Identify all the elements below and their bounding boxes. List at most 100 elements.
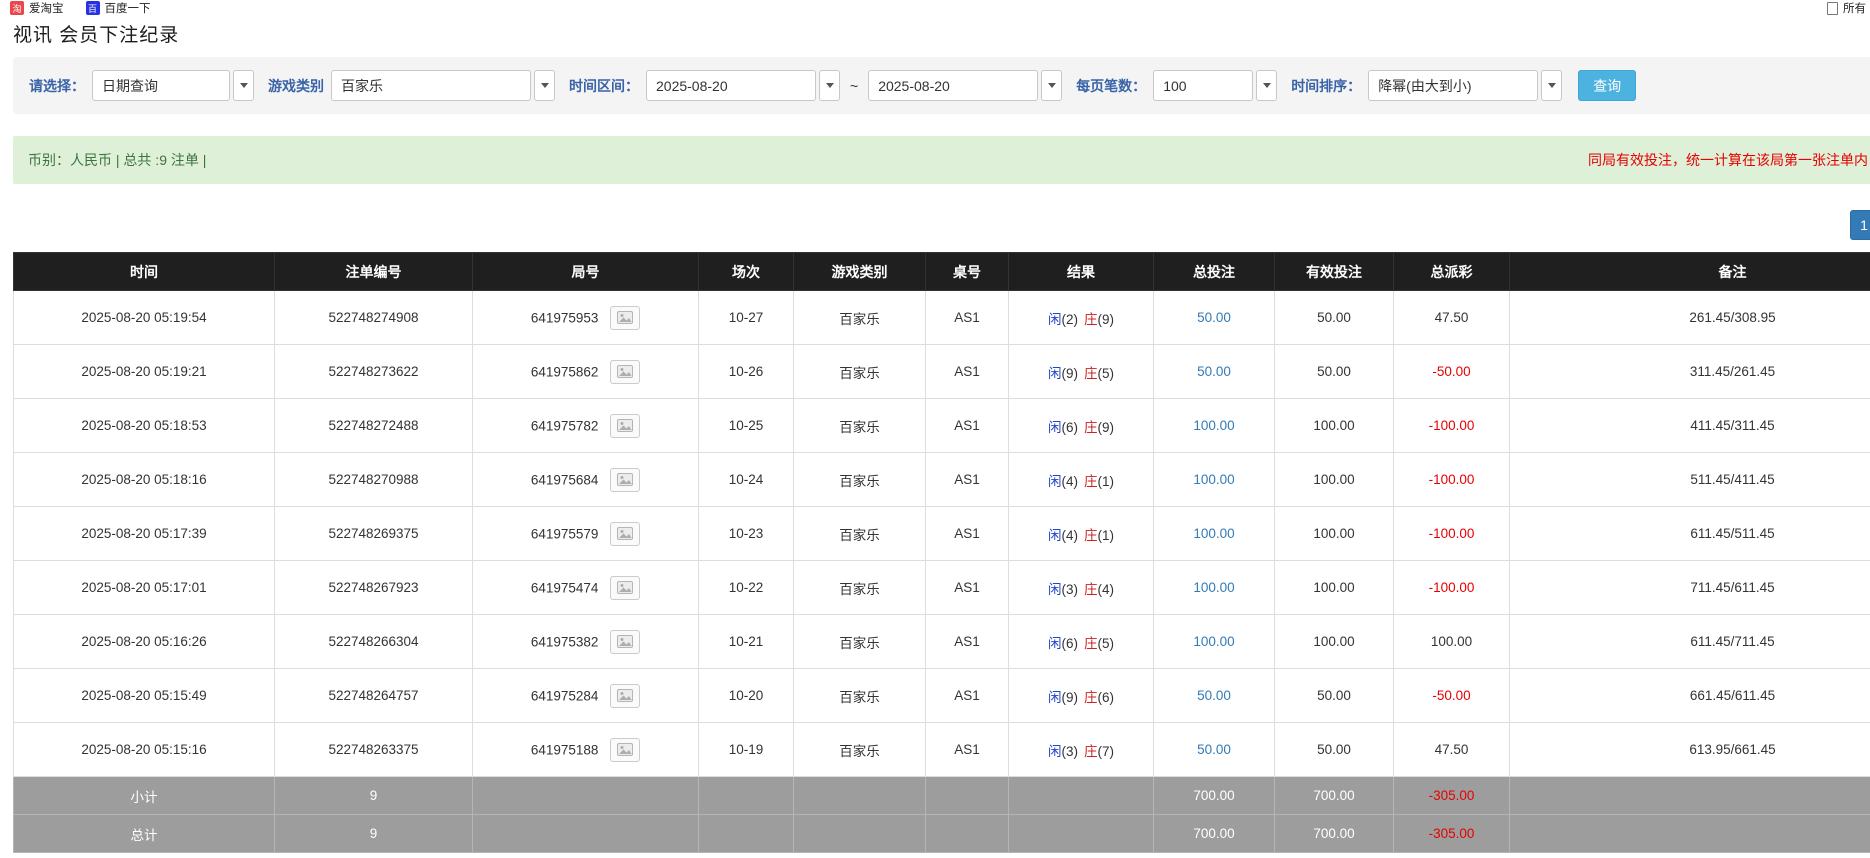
remark-cell: 511.45/411.45 (1510, 453, 1870, 507)
replay-icon (617, 419, 633, 432)
game-type-cell: 百家乐 (794, 399, 926, 453)
replay-icon (617, 635, 633, 648)
sort-order-dropdown-button[interactable] (1541, 70, 1562, 101)
bookmark-baidu[interactable]: 百 百度一下 (86, 0, 151, 16)
select-type-input[interactable] (92, 70, 230, 101)
bet-id-cell: 522748274908 (275, 291, 473, 345)
player-score: (2) (1062, 312, 1079, 327)
total-bet-link[interactable]: 100.00 (1193, 472, 1234, 487)
replay-icon (617, 473, 633, 486)
chevron-down-icon (541, 83, 549, 88)
total-bet-link[interactable]: 100.00 (1193, 580, 1234, 595)
round-replay-button[interactable] (610, 468, 640, 492)
select-type-label: 请选择： (29, 76, 85, 96)
payout-cell: 47.50 (1394, 723, 1510, 777)
round-replay-button[interactable] (610, 684, 640, 708)
pagination: 1 (0, 184, 1870, 252)
player-result: 闲 (1048, 690, 1062, 705)
round-replay-button[interactable] (610, 630, 640, 654)
remark-cell: 613.95/661.45 (1510, 723, 1870, 777)
round-cell: 641975782 (473, 399, 699, 453)
banker-score: (6) (1098, 690, 1115, 705)
game-type-cell: 百家乐 (794, 561, 926, 615)
round-id: 641975474 (531, 580, 599, 595)
time-cell: 2025-08-20 05:17:01 (14, 561, 275, 615)
col-header-payout: 总派彩 (1394, 253, 1510, 291)
total-bet-cell: 100.00 (1154, 399, 1275, 453)
player-result: 闲 (1048, 582, 1062, 597)
filter-bar: 请选择： 游戏类别 时间区间： ~ 每页笔数： 时间排序： (13, 57, 1870, 114)
total-bet-link[interactable]: 100.00 (1193, 418, 1234, 433)
total-bet-link[interactable]: 50.00 (1197, 742, 1231, 757)
game-type-input[interactable] (331, 70, 531, 101)
bookmark-aitaobao[interactable]: 淘 爱淘宝 (10, 0, 64, 16)
sort-order-combo (1368, 70, 1562, 101)
game-type-label: 游戏类别 (268, 76, 324, 96)
total-bet-cell: 50.00 (1154, 669, 1275, 723)
total-bet-link[interactable]: 50.00 (1197, 310, 1231, 325)
bet-id-cell: 522748269375 (275, 507, 473, 561)
total-bet-link[interactable]: 50.00 (1197, 364, 1231, 379)
table-row: 2025-08-20 05:18:16 522748270988 6419756… (14, 453, 1870, 507)
bookmarks-all-button[interactable]: 所有 (1827, 0, 1866, 16)
round-cell: 641975684 (473, 453, 699, 507)
table-no-cell: AS1 (926, 615, 1009, 669)
total-bet-cell: 50.00 (1154, 345, 1275, 399)
summary-bar: 币别：人民币 | 总共 :9 注单 | 同局有效投注，统一计算在该局第一张注单内 (13, 136, 1870, 184)
date-from-input[interactable] (646, 70, 816, 101)
banker-result: 庄 (1084, 366, 1098, 381)
player-result: 闲 (1048, 366, 1062, 381)
table-row: 2025-08-20 05:19:54 522748274908 6419759… (14, 291, 1870, 345)
col-header-session: 场次 (699, 253, 794, 291)
result-cell: 闲(4)庄(1) (1009, 507, 1154, 561)
subtotal-remark (1510, 777, 1870, 815)
round-replay-button[interactable] (610, 360, 640, 384)
date-range-separator: ~ (850, 78, 858, 94)
replay-icon (617, 743, 633, 756)
total-bet-cell: 50.00 (1154, 291, 1275, 345)
page-title: 视讯 会员下注纪录 (13, 20, 1870, 47)
page-size-input[interactable] (1153, 70, 1253, 101)
time-cell: 2025-08-20 05:18:16 (14, 453, 275, 507)
date-to-input[interactable] (868, 70, 1038, 101)
banker-result: 庄 (1084, 474, 1098, 489)
round-id: 641975579 (531, 526, 599, 541)
payout-cell: -50.00 (1394, 345, 1510, 399)
total-bet-link[interactable]: 100.00 (1193, 634, 1234, 649)
valid-bet-cell: 50.00 (1275, 723, 1394, 777)
round-replay-button[interactable] (610, 414, 640, 438)
game-type-combo (331, 70, 555, 101)
payout-cell: -100.00 (1394, 561, 1510, 615)
total-bet-cell: 100.00 (1154, 507, 1275, 561)
page-icon (1827, 2, 1838, 15)
valid-bet-cell: 100.00 (1275, 615, 1394, 669)
banker-score: (9) (1098, 312, 1115, 327)
table-row: 2025-08-20 05:17:01 522748267923 6419754… (14, 561, 1870, 615)
total-bet-link[interactable]: 100.00 (1193, 526, 1234, 541)
subtotal-payout: -305.00 (1394, 777, 1510, 815)
result-cell: 闲(4)庄(1) (1009, 453, 1154, 507)
time-cell: 2025-08-20 05:16:26 (14, 615, 275, 669)
page-size-dropdown-button[interactable] (1256, 70, 1277, 101)
game-type-dropdown-button[interactable] (534, 70, 555, 101)
query-button[interactable]: 查询 (1578, 70, 1636, 101)
result-cell: 闲(9)庄(6) (1009, 669, 1154, 723)
banker-result: 庄 (1084, 582, 1098, 597)
select-type-dropdown-button[interactable] (233, 70, 254, 101)
round-replay-button[interactable] (610, 306, 640, 330)
table-body: 2025-08-20 05:19:54 522748274908 6419759… (14, 291, 1870, 777)
sort-order-input[interactable] (1368, 70, 1538, 101)
total-bet-link[interactable]: 50.00 (1197, 688, 1231, 703)
table-no-cell: AS1 (926, 723, 1009, 777)
subtotal-row: 小计 9 700.00 700.00 -305.00 (14, 777, 1870, 815)
date-from-combo (646, 70, 840, 101)
player-score: (6) (1062, 420, 1079, 435)
page-1-button[interactable]: 1 (1850, 210, 1870, 240)
round-replay-button[interactable] (610, 522, 640, 546)
banker-result: 庄 (1084, 312, 1098, 327)
table-row: 2025-08-20 05:15:16 522748263375 6419751… (14, 723, 1870, 777)
date-to-dropdown-button[interactable] (1041, 70, 1062, 101)
round-replay-button[interactable] (610, 738, 640, 762)
round-replay-button[interactable] (610, 576, 640, 600)
date-from-dropdown-button[interactable] (819, 70, 840, 101)
